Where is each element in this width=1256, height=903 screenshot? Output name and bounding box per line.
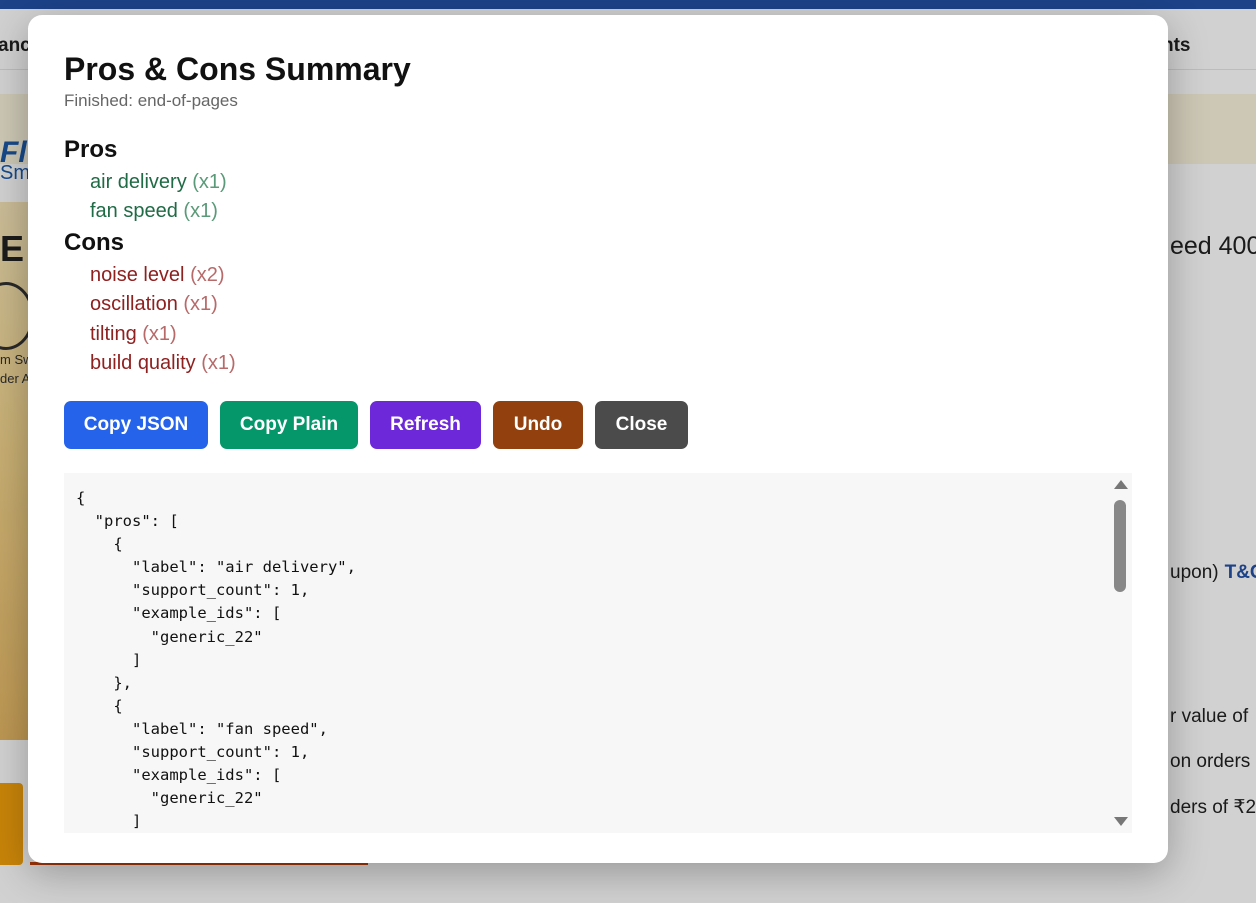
- copy-plain-button[interactable]: Copy Plain: [220, 401, 358, 449]
- con-label: tilting: [90, 322, 137, 345]
- undo-button[interactable]: Undo: [493, 401, 583, 449]
- json-text: { "pros": [ { "label": "air delivery", "…: [76, 489, 356, 831]
- pro-count: (x1): [192, 171, 227, 193]
- modal-status: Finished: end-of-pages: [64, 91, 238, 110]
- cons-heading: Cons: [64, 229, 124, 256]
- pros-cons-modal: Pros & Cons Summary Finished: end-of-pag…: [28, 15, 1168, 863]
- pro-label: fan speed: [90, 200, 178, 223]
- scroll-down-arrow-icon[interactable]: [1114, 817, 1128, 826]
- pro-item: fan speed (x1): [90, 197, 227, 226]
- cons-list: noise level (x2) oscillation (x1) tiltin…: [90, 261, 236, 379]
- con-count: (x1): [142, 322, 177, 345]
- con-item: noise level (x2): [90, 261, 236, 290]
- pro-label: air delivery: [90, 171, 187, 193]
- pro-count: (x1): [183, 200, 218, 223]
- pros-list: air delivery (x1) fan speed (x1): [90, 168, 227, 227]
- con-item: build quality (x1): [90, 349, 236, 378]
- scrollbar[interactable]: [1108, 473, 1132, 833]
- con-label: oscillation: [90, 293, 178, 316]
- refresh-button[interactable]: Refresh: [370, 401, 481, 449]
- con-count: (x2): [190, 264, 225, 286]
- modal-title: Pros & Cons Summary: [64, 51, 411, 87]
- con-item: tilting (x1): [90, 320, 236, 349]
- con-item: oscillation (x1): [90, 290, 236, 319]
- con-count: (x1): [201, 352, 236, 375]
- scrollbar-thumb[interactable]: [1114, 500, 1126, 592]
- scroll-up-arrow-icon[interactable]: [1114, 480, 1128, 489]
- con-count: (x1): [183, 293, 218, 316]
- pro-item: air delivery (x1): [90, 168, 227, 197]
- con-label: build quality: [90, 352, 196, 375]
- con-label: noise level: [90, 264, 185, 286]
- pros-heading: Pros: [64, 136, 118, 163]
- close-button[interactable]: Close: [595, 401, 688, 449]
- json-output[interactable]: { "pros": [ { "label": "air delivery", "…: [64, 473, 1132, 833]
- copy-json-button[interactable]: Copy JSON: [64, 401, 208, 449]
